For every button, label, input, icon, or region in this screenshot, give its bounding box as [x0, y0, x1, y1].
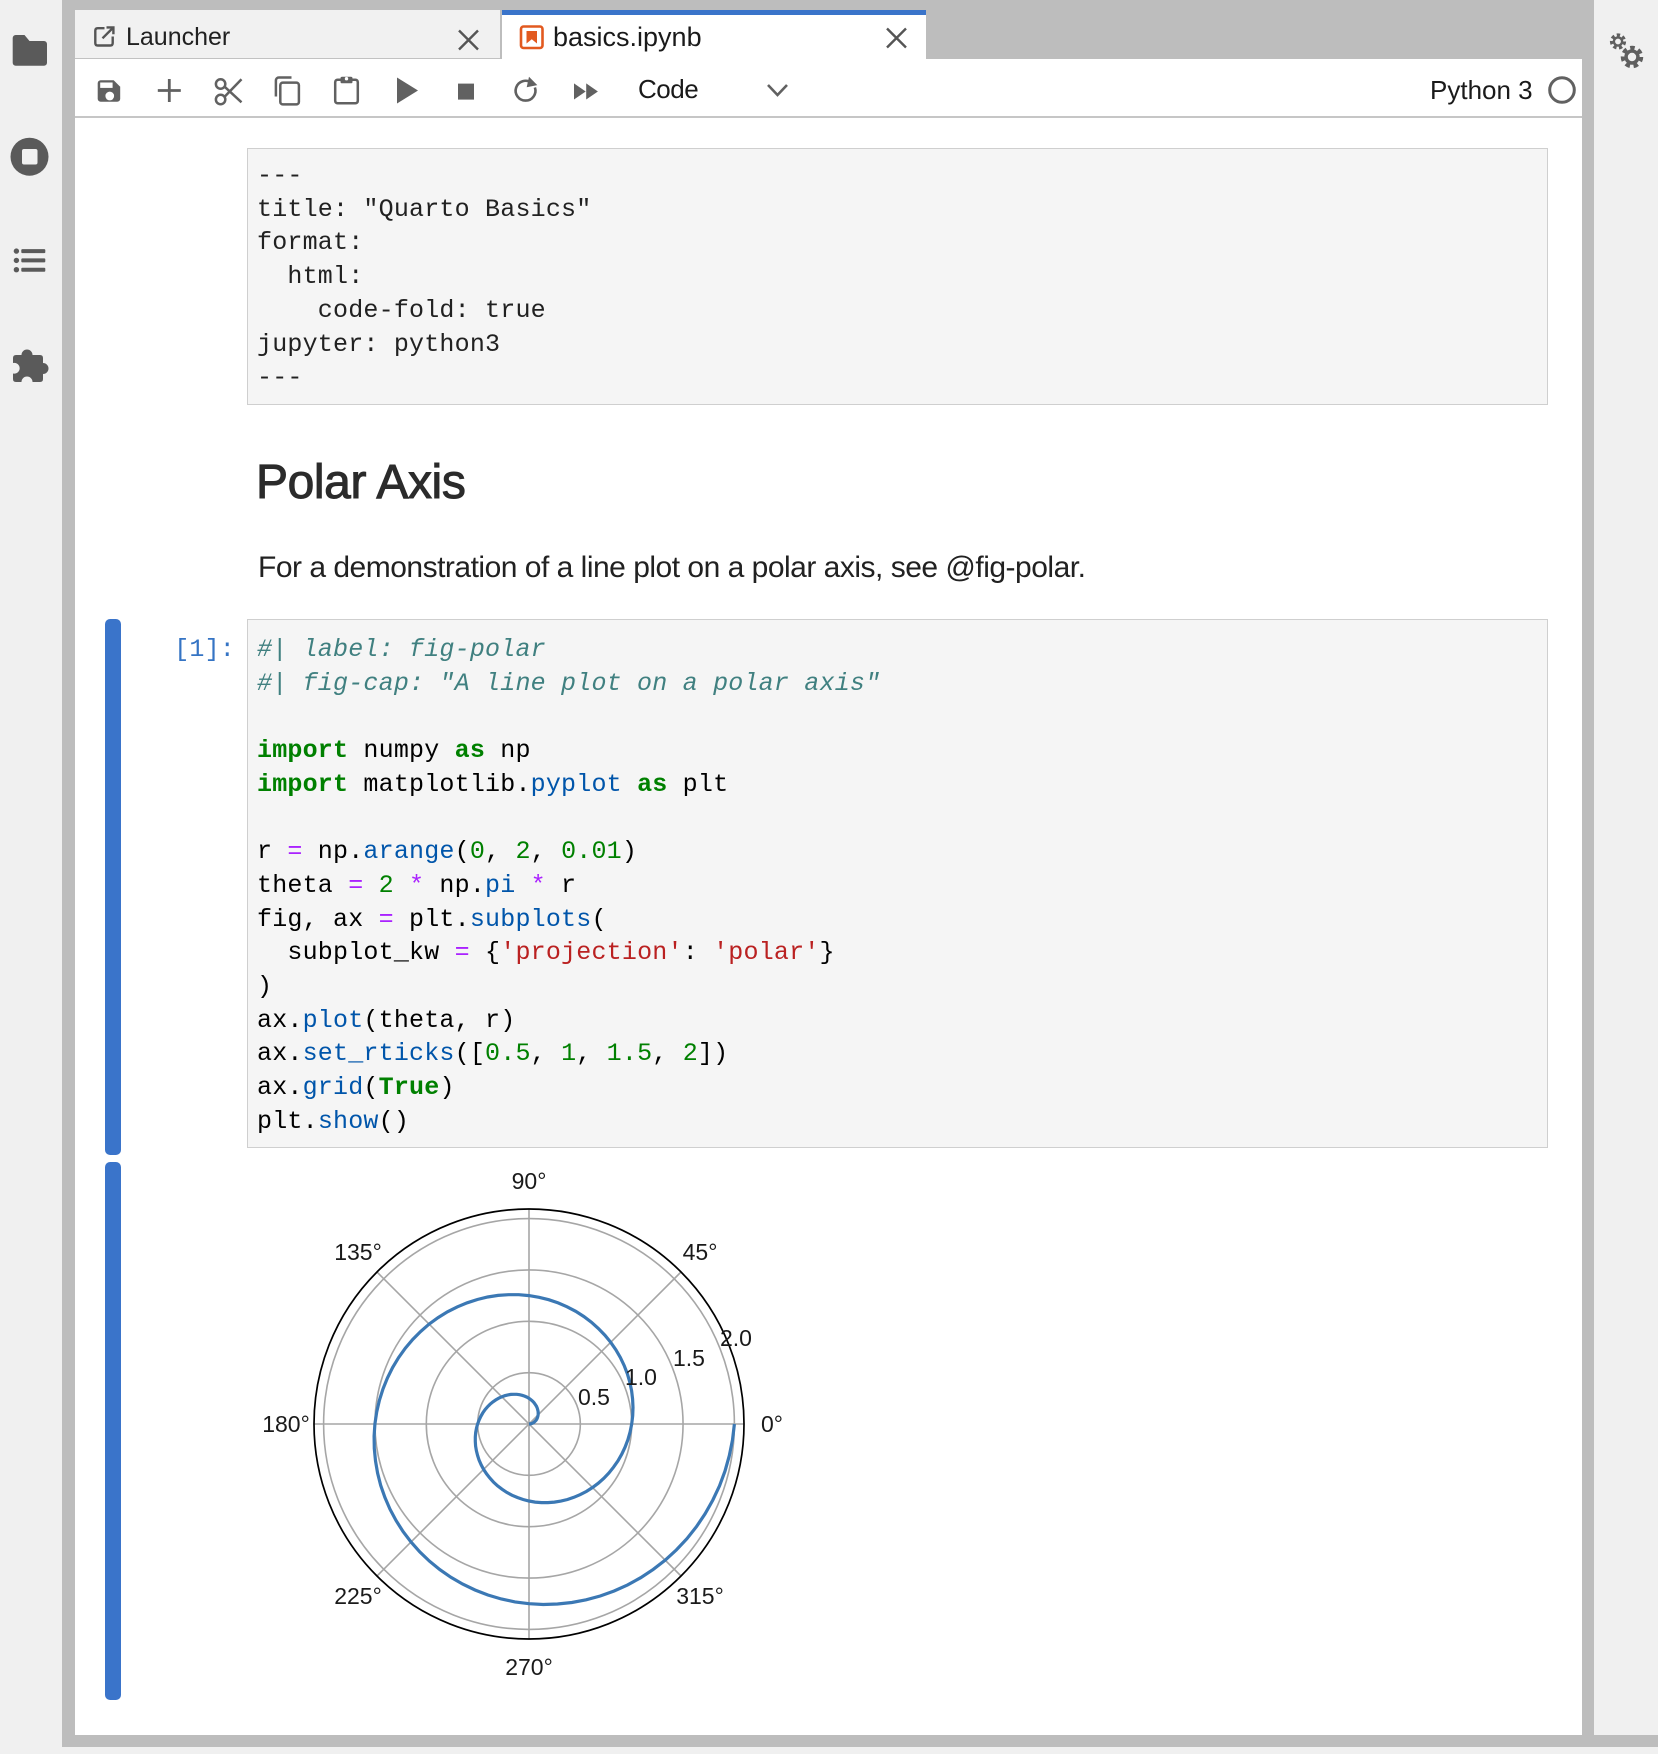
svg-text:135°: 135°	[334, 1239, 382, 1265]
svg-text:90°: 90°	[512, 1168, 547, 1194]
svg-text:270°: 270°	[505, 1654, 553, 1680]
svg-text:225°: 225°	[334, 1583, 382, 1609]
svg-text:180°: 180°	[262, 1411, 310, 1437]
svg-text:2.0: 2.0	[720, 1325, 752, 1351]
svg-text:1.5: 1.5	[673, 1345, 705, 1371]
svg-text:315°: 315°	[676, 1583, 724, 1609]
svg-text:45°: 45°	[683, 1239, 718, 1265]
svg-text:0.5: 0.5	[578, 1384, 610, 1410]
svg-text:1.0: 1.0	[625, 1364, 657, 1390]
svg-text:0°: 0°	[761, 1411, 783, 1437]
